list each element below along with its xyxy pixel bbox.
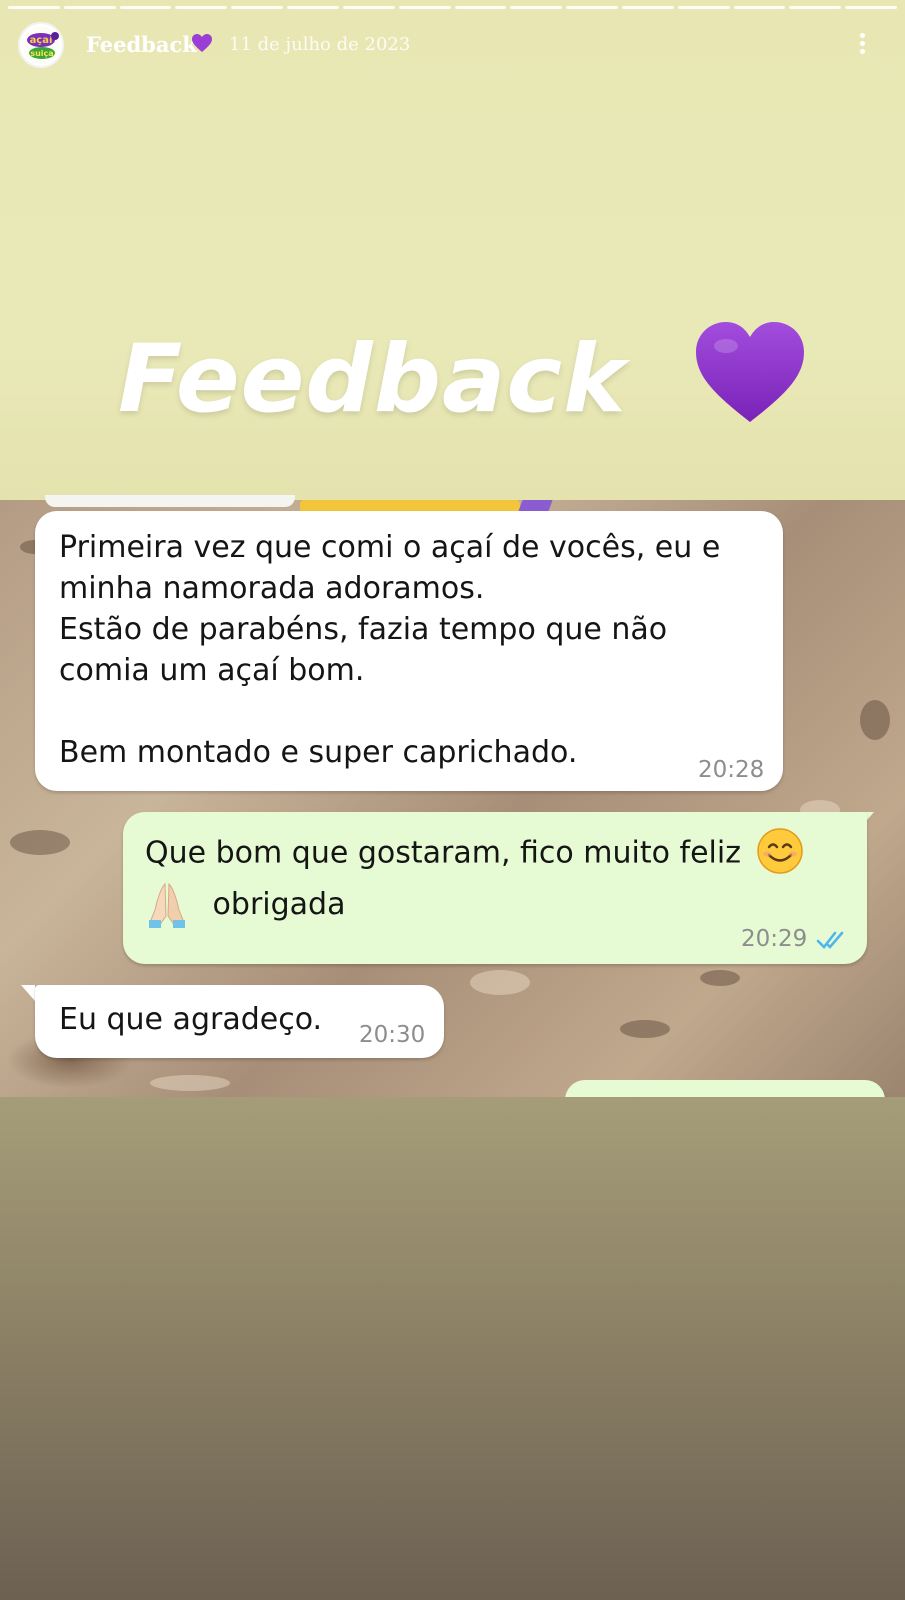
smiling-face-icon: [756, 828, 803, 874]
svg-text:suiça: suiça: [30, 49, 53, 58]
svg-text:açaí: açaí: [30, 34, 53, 46]
cropped-bubble-edge: [45, 495, 295, 507]
story-date: 11 de julho de 2023: [229, 34, 411, 55]
incoming-message-bubble[interactable]: Eu que agradeço. 20:30: [35, 985, 444, 1058]
purple-heart-icon: [192, 34, 212, 52]
message-line: Estão de parabéns, fazia tempo que não: [59, 612, 668, 647]
message-text: Que bom que gostaram, fico muito feliz o…: [145, 828, 845, 930]
message-line: comia um açaí bom.: [59, 653, 365, 688]
folded-hands-icon: [149, 882, 185, 928]
message-line: Primeira vez que comi o açaí de vocês, e…: [59, 530, 721, 565]
story-bottom-fill: [0, 1097, 905, 1600]
story-author-name[interactable]: Feedback: [86, 32, 197, 57]
outgoing-message-bubble[interactable]: Que bom que gostaram, fico muito feliz o…: [123, 812, 867, 964]
story-header: açaí suiça Feedback 11 de julho de 2023: [0, 20, 905, 72]
incoming-bubble-tail: [21, 985, 35, 1001]
message-line: Que bom que gostaram, fico muito feliz: [145, 835, 741, 871]
story-progress-bar: [8, 6, 897, 9]
more-vertical-icon[interactable]: [853, 30, 871, 60]
hero-title: Feedback: [118, 325, 627, 434]
avatar[interactable]: açaí suiça: [18, 22, 64, 68]
incoming-message-bubble[interactable]: Primeira vez que comi o açaí de vocês, e…: [35, 511, 783, 791]
message-line: minha namorada adoramos.: [59, 571, 485, 606]
acai-da-suica-logo-icon: açaí suiça: [22, 26, 60, 64]
purple-heart-icon: [696, 322, 804, 422]
message-line: Bem montado e super caprichado.: [59, 735, 578, 770]
message-text: Eu que agradeço.: [59, 1002, 323, 1037]
message-time: 20:30: [359, 1022, 426, 1048]
message-time: 20:29: [741, 926, 808, 952]
message-time: 20:28: [698, 757, 765, 783]
message-line: obrigada: [212, 886, 346, 922]
message-text: Primeira vez que comi o açaí de vocês, e…: [59, 527, 759, 773]
double-check-icon: [816, 931, 844, 949]
